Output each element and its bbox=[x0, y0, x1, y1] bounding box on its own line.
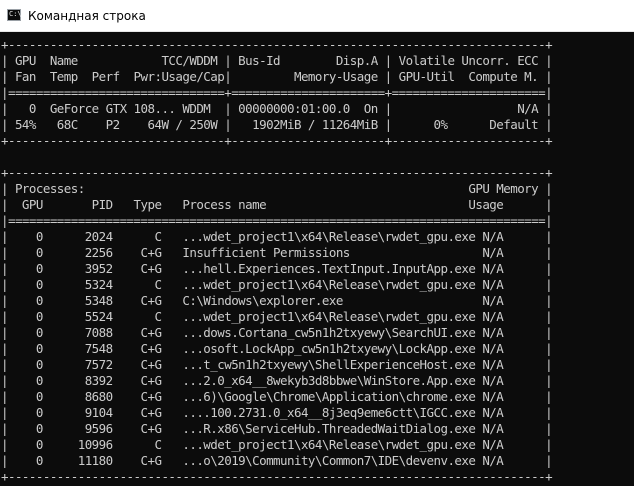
console-line-18: | 0 7088 C+G ...dows.Cortana_cw5n1h2txye… bbox=[1, 325, 553, 340]
console-line-17: | 0 5524 C ...wdet_project1\x64\Release\… bbox=[1, 309, 553, 324]
window-title: Командная строка bbox=[28, 9, 146, 23]
console-line-0: +---------------------------------------… bbox=[1, 37, 553, 52]
console-line-27: +---------------------------------------… bbox=[1, 469, 553, 484]
console-line-1: | GPU Name TCC/WDDM | Bus-Id Disp.A | Vo… bbox=[1, 53, 553, 68]
console-line-3: |===============================+=======… bbox=[1, 85, 553, 100]
console-line-20: | 0 7572 C+G ...t_cw5n1h2txyewy\ShellExp… bbox=[1, 357, 553, 372]
console-line-21: | 0 8392 C+G ...2.0_x64__8wekyb3d8bbwe\W… bbox=[1, 373, 553, 388]
console-line-13: | 0 2256 C+G Insufficient Permissions N/… bbox=[1, 245, 553, 260]
console-line-25: | 0 10996 C ...wdet_project1\x64\Release… bbox=[1, 437, 553, 452]
console-line-19: | 0 7548 C+G ...osoft.LockApp_cw5n1h2txy… bbox=[1, 341, 553, 356]
cmd-icon[interactable]: C:\ bbox=[7, 9, 22, 21]
console-line-9: | Processes: GPU Memory | bbox=[1, 181, 553, 196]
console-line-5: | 54% 68C P2 64W / 250W | 1902MiB / 1126… bbox=[1, 117, 553, 132]
console-line-23: | 0 9104 C+G ....100.2731.0_x64__8j3eq9e… bbox=[1, 405, 553, 420]
console-line-12: | 0 2024 C ...wdet_project1\x64\Release\… bbox=[1, 229, 553, 244]
console-line-2: | Fan Temp Perf Pwr:Usage/Cap| Memory-Us… bbox=[1, 69, 553, 84]
console-line-24: | 0 9596 C+G ...R.x86\ServiceHub.Threade… bbox=[1, 421, 553, 436]
title-bar[interactable]: C:\ Командная строка bbox=[0, 0, 634, 32]
console-line-4: | 0 GeForce GTX 108... WDDM | 00000000:0… bbox=[1, 101, 553, 116]
console-line-8: +---------------------------------------… bbox=[1, 165, 553, 180]
console-output[interactable]: +---------------------------------------… bbox=[0, 34, 634, 486]
console-line-15: | 0 5324 C ...wdet_project1\x64\Release\… bbox=[1, 277, 553, 292]
console-line-26: | 0 11180 C+G ...o\2019\Community\Common… bbox=[1, 453, 553, 468]
cmd-window: C:\ Командная строка +------------------… bbox=[0, 0, 634, 486]
console-line-14: | 0 3952 C+G ...hell.Experiences.TextInp… bbox=[1, 261, 553, 276]
console-line-16: | 0 5348 C+G C:\Windows\explorer.exe N/A… bbox=[1, 293, 553, 308]
cmd-icon-glyph: C:\ bbox=[9, 10, 22, 18]
console-line-6: +-------------------------------+-------… bbox=[1, 133, 553, 148]
console-line-11: |=======================================… bbox=[1, 213, 553, 228]
console-line-10: | GPU PID Type Process name Usage | bbox=[1, 197, 553, 212]
console-line-22: | 0 8680 C+G ...6)\Google\Chrome\Applica… bbox=[1, 389, 553, 404]
